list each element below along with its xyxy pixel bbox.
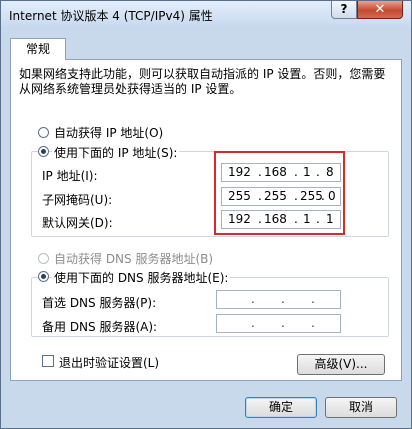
radio-manual-ip-label[interactable]: 使用下面的 IP 地址(S): — [52, 144, 180, 161]
radio-manual-ip[interactable] — [38, 146, 49, 157]
octet: 1 — [303, 165, 311, 179]
dot-sep: . — [294, 212, 298, 226]
radio-auto-dns-label[interactable]: 自动获得 DNS 服务器地址(B) — [54, 250, 213, 267]
tcpip-properties-dialog: Internet 协议版本 4 (TCP/IPv4) 属性 ? ✕ 常规 如果网… — [0, 0, 412, 429]
octet: 255 — [300, 189, 323, 203]
ok-button[interactable]: 确定 — [245, 397, 317, 418]
octet: 1 — [326, 212, 334, 226]
octet: 168 — [264, 212, 287, 226]
dot-sep: . — [281, 292, 285, 306]
close-button[interactable]: ✕ — [357, 1, 403, 19]
octet: 192 — [228, 212, 251, 226]
octet: 0 — [328, 189, 336, 203]
cancel-button[interactable]: 取消 — [325, 397, 397, 418]
preferred-dns-input[interactable]: . . . — [216, 290, 341, 309]
default-gateway-input[interactable]: 192 . 168 . 1 . 1 — [221, 210, 341, 229]
subnet-mask-input[interactable]: 255 . 255 . 255 . 0 — [221, 187, 341, 206]
subnet-mask-label: 子网掩码(U): — [42, 193, 113, 207]
tab-general[interactable]: 常规 — [10, 38, 66, 60]
dot-sep: . — [316, 212, 320, 226]
octet: 255 — [228, 189, 251, 203]
radio-manual-dns-label[interactable]: 使用下面的 DNS 服务器地址(E): — [52, 269, 231, 286]
dot-sep: . — [316, 165, 320, 179]
preferred-dns-label: 首选 DNS 服务器(P): — [42, 296, 157, 310]
ip-address-input[interactable]: 192 . 168 . 1 . 8 — [221, 163, 341, 182]
help-button[interactable]: ? — [331, 1, 357, 19]
description-text: 如果网络支持此功能，则可以获取自动指派的 IP 设置。否则，您需要从网络系统管理… — [19, 67, 386, 96]
octet: 1 — [303, 212, 311, 226]
alternate-dns-label: 备用 DNS 服务器(A): — [42, 320, 158, 334]
dot-sep: . — [311, 292, 315, 306]
alternate-dns-input[interactable]: . . . — [216, 314, 341, 333]
ip-address-label: IP 地址(I): — [42, 169, 98, 183]
dot-sep: . — [258, 189, 262, 203]
octet: 255 — [264, 189, 287, 203]
radio-auto-ip[interactable] — [38, 127, 49, 138]
advanced-button[interactable]: 高级(V)... — [297, 354, 385, 375]
octet: 192 — [228, 165, 251, 179]
window-title: Internet 协议版本 4 (TCP/IPv4) 属性 — [9, 9, 213, 23]
dot-sep: . — [251, 292, 255, 306]
default-gateway-label: 默认网关(D): — [42, 216, 113, 230]
radio-auto-ip-label[interactable]: 自动获得 IP 地址(O) — [54, 124, 163, 141]
octet: 168 — [264, 165, 287, 179]
octet: 8 — [326, 165, 334, 179]
radio-manual-dns[interactable] — [38, 271, 49, 282]
title-bar[interactable]: Internet 协议版本 4 (TCP/IPv4) 属性 ? ✕ — [1, 1, 411, 29]
radio-auto-dns[interactable] — [38, 253, 49, 264]
dot-sep: . — [258, 212, 262, 226]
dot-sep: . — [281, 316, 285, 330]
dot-sep: . — [294, 189, 298, 203]
validate-on-exit-label[interactable]: 退出时验证设置(L) — [59, 354, 159, 371]
dot-sep: . — [321, 189, 325, 203]
dot-sep: . — [294, 165, 298, 179]
dot-sep: . — [258, 165, 262, 179]
dot-sep: . — [311, 316, 315, 330]
dot-sep: . — [251, 316, 255, 330]
validate-on-exit-checkbox[interactable] — [42, 355, 54, 367]
